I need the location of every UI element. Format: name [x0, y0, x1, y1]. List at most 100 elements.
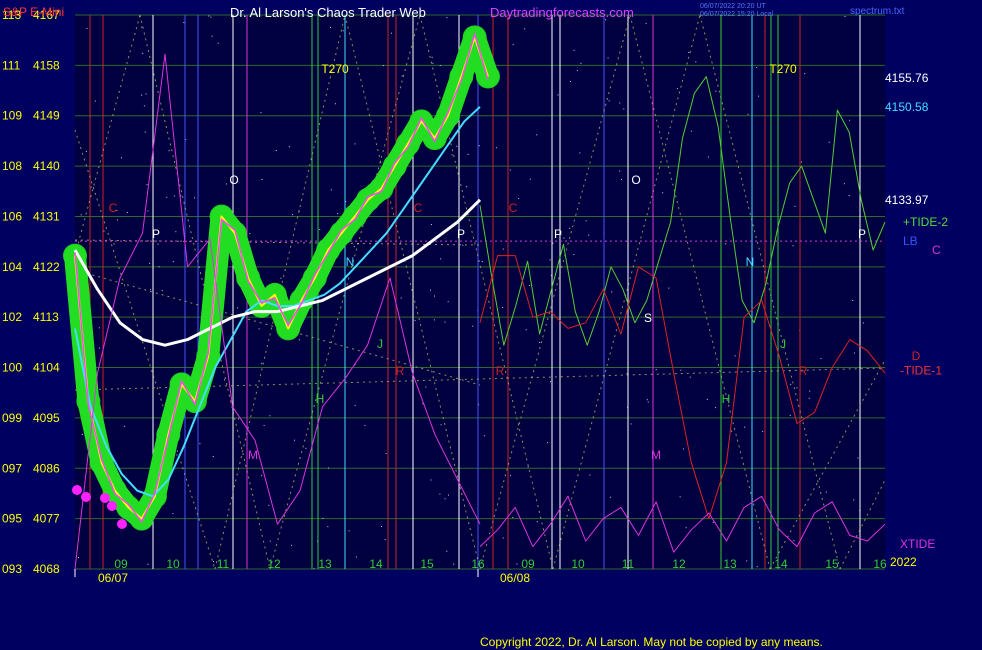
star-dot: [796, 387, 798, 389]
planet-label: N: [746, 255, 755, 269]
star-dot: [762, 431, 764, 433]
star-dot: [440, 258, 442, 260]
x-hour-label: 12: [267, 557, 281, 571]
timestamp-ut: 06/07/2022 20:20 UT: [700, 3, 766, 10]
star-dot: [168, 150, 170, 152]
star-dot: [147, 210, 149, 212]
star-dot: [547, 442, 549, 444]
star-dot: [176, 454, 178, 456]
star-dot: [212, 455, 214, 457]
star-dot: [158, 266, 160, 268]
right-label: -TIDE-1: [900, 363, 942, 377]
star-dot: [725, 243, 727, 245]
star-dot: [689, 376, 691, 378]
x-hour-label: 14: [369, 557, 383, 571]
y-label-price: 4086: [33, 461, 60, 475]
x-hour-label: 11: [217, 557, 230, 571]
star-dot: [433, 319, 435, 321]
star-dot: [647, 401, 649, 403]
star-dot: [690, 130, 692, 132]
x-hour-label: 12: [672, 557, 686, 571]
star-dot: [715, 407, 717, 409]
x-hour-label: 09: [114, 557, 128, 571]
y-label-price: 4077: [33, 512, 60, 526]
star-dot: [144, 131, 146, 133]
planet-label: D: [912, 349, 921, 363]
star-dot: [611, 291, 613, 293]
planet-label: H: [316, 392, 325, 406]
planet-label: P: [152, 227, 160, 241]
star-dot: [146, 184, 148, 186]
star-dot: [280, 277, 282, 279]
planet-label: J: [377, 337, 383, 351]
star-dot: [364, 424, 366, 426]
star-dot: [85, 150, 87, 152]
star-dot: [90, 186, 92, 188]
star-dot: [103, 230, 105, 232]
x-hour-label: 15: [420, 557, 434, 571]
star-dot: [385, 453, 387, 455]
right-label: +TIDE-2: [903, 215, 948, 229]
star-dot: [744, 426, 746, 428]
star-dot: [327, 526, 329, 528]
star-dot: [536, 134, 538, 136]
star-dot: [557, 94, 559, 96]
star-dot: [607, 57, 609, 59]
star-dot: [609, 496, 611, 498]
y-label-outer: 100: [2, 361, 22, 375]
x-hour-label: 13: [723, 557, 737, 571]
star-dot: [808, 397, 810, 399]
star-dot: [804, 73, 806, 75]
star-dot: [529, 178, 531, 180]
y-label-price: 4095: [33, 411, 60, 425]
star-dot: [225, 183, 227, 185]
star-dot: [518, 198, 520, 200]
star-dot: [328, 467, 330, 469]
star-dot: [263, 424, 265, 426]
star-dot: [237, 307, 239, 309]
star-dot: [662, 192, 664, 194]
star-dot: [268, 504, 270, 506]
star-dot: [208, 15, 210, 17]
star-dot: [447, 494, 449, 496]
star-dot: [843, 183, 845, 185]
star-dot: [261, 179, 263, 181]
star-dot: [354, 404, 356, 406]
planet-label: H: [722, 392, 731, 406]
star-dot: [260, 112, 262, 114]
planet-label: T270: [769, 62, 797, 76]
star-dot: [809, 390, 811, 392]
star-dot: [573, 49, 575, 51]
star-dot: [116, 219, 118, 221]
planet-label: R: [396, 364, 405, 378]
x-hour-label: 16: [873, 557, 887, 571]
star-dot: [447, 301, 449, 303]
star-dot: [539, 342, 541, 344]
star-dot: [444, 498, 446, 500]
star-dot: [715, 90, 717, 92]
star-dot: [210, 16, 212, 18]
star-dot: [439, 493, 441, 495]
star-dot: [86, 27, 88, 29]
star-dot: [646, 399, 648, 401]
star-dot: [453, 563, 455, 565]
star-dot: [857, 457, 859, 459]
star-dot: [353, 246, 355, 248]
star-dot: [619, 170, 621, 172]
star-dot: [512, 516, 514, 518]
star-dot: [217, 42, 219, 44]
star-dot: [679, 496, 681, 498]
star-dot: [150, 289, 152, 291]
star-dot: [549, 259, 551, 261]
site-link[interactable]: Daytradingforecasts.com: [490, 5, 634, 20]
star-dot: [80, 214, 82, 216]
star-dot: [835, 552, 837, 554]
star-dot: [620, 178, 622, 180]
star-dot: [569, 80, 571, 82]
star-dot: [589, 474, 591, 476]
star-dot: [434, 295, 435, 297]
star-dot: [298, 339, 300, 341]
planet-label: P: [457, 227, 465, 241]
star-dot: [446, 550, 448, 552]
star-dot: [478, 145, 480, 147]
